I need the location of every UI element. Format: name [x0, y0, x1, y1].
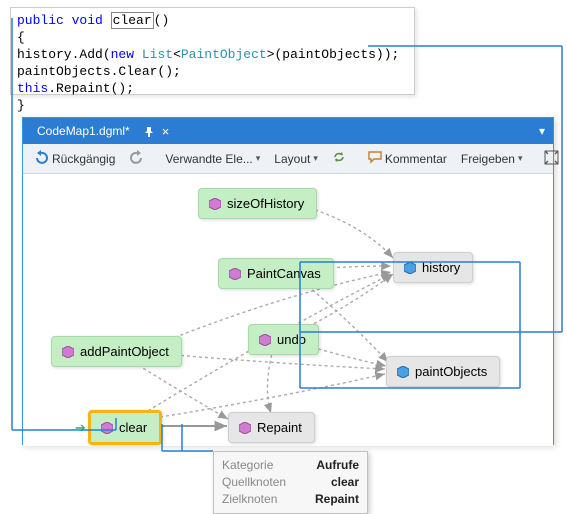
keyword-public: public — [17, 13, 64, 28]
layout-dropdown[interactable]: Layout▾ — [268, 150, 324, 168]
field-icon — [397, 366, 409, 378]
method-icon — [101, 422, 113, 434]
zoom-fit-button[interactable] — [538, 148, 565, 170]
refresh-button[interactable] — [326, 148, 352, 169]
graph-canvas[interactable]: sizeOfHistory history PaintCanvas addPai… — [23, 174, 553, 446]
node-label: history — [422, 260, 460, 275]
node-label: addPaintObject — [80, 344, 169, 359]
codemap-window: CodeMap1.dgml* × ▾ Rückgängig Verwandte … — [22, 117, 554, 445]
code-line-2: history.Add(new List<PaintObject>(paintO… — [17, 46, 408, 63]
node-label: paintObjects — [415, 364, 487, 379]
tooltip-src-label: Quellknoten — [222, 474, 286, 491]
node-addpaintobject[interactable]: addPaintObject — [51, 336, 182, 367]
related-dropdown[interactable]: Verwandte Ele...▾ — [159, 150, 266, 168]
share-dropdown[interactable]: Freigeben▾ — [455, 150, 529, 168]
node-paintcanvas[interactable]: PaintCanvas — [218, 258, 334, 289]
toolbar: Rückgängig Verwandte Ele...▾ Layout▾ Kom… — [23, 144, 553, 174]
tooltip-cat-value: Aufrufe — [316, 457, 359, 474]
redo-icon — [129, 150, 143, 167]
comment-icon — [368, 150, 382, 167]
method-icon — [259, 334, 271, 346]
node-paintobjects[interactable]: paintObjects — [386, 356, 500, 387]
code-line-3: paintObjects.Clear(); — [17, 63, 408, 80]
code-brace-open: { — [17, 29, 408, 46]
tooltip-dst-value: Repaint — [315, 491, 359, 508]
undo-label: Rückgängig — [52, 152, 115, 166]
method-icon — [229, 268, 241, 280]
method-icon — [239, 422, 251, 434]
field-icon — [404, 262, 416, 274]
tab-codemap[interactable]: CodeMap1.dgml* × — [27, 118, 179, 144]
close-icon[interactable]: × — [162, 124, 170, 139]
node-label: undo — [277, 332, 306, 347]
tab-title: CodeMap1.dgml* — [37, 124, 130, 138]
code-line-1: public void clear() — [17, 12, 408, 29]
node-label: Repaint — [257, 420, 302, 435]
tooltip-cat-label: Kategorie — [222, 457, 273, 474]
node-undo[interactable]: undo — [248, 324, 319, 355]
titlebar-chevron-icon[interactable]: ▾ — [539, 124, 545, 138]
node-repaint[interactable]: Repaint — [228, 412, 315, 443]
undo-button[interactable]: Rückgängig — [29, 148, 121, 169]
undo-icon — [35, 150, 49, 167]
keyword-void: void — [72, 13, 103, 28]
comment-button[interactable]: Kommentar — [362, 148, 453, 169]
node-label: sizeOfHistory — [227, 196, 304, 211]
method-icon — [62, 346, 74, 358]
titlebar[interactable]: CodeMap1.dgml* × ▾ — [23, 118, 553, 144]
tooltip-src-value: clear — [331, 474, 359, 491]
node-clear[interactable]: ➔ clear — [88, 410, 162, 445]
refresh-icon — [332, 150, 346, 167]
current-marker-icon: ➔ — [75, 420, 86, 436]
code-brace-close: } — [17, 97, 408, 114]
node-sizeofhistory[interactable]: sizeOfHistory — [198, 188, 317, 219]
code-editor-pane: public void clear() { history.Add(new Li… — [10, 7, 415, 95]
node-label: clear — [119, 420, 147, 435]
pin-icon[interactable] — [144, 126, 154, 136]
edge-tooltip: Kategorie Aufrufe Quellknoten clear Zielkn… — [213, 451, 368, 514]
method-icon — [209, 198, 221, 210]
node-history[interactable]: history — [393, 252, 473, 283]
code-line-4: this.Repaint(); — [17, 80, 408, 97]
redo-button[interactable] — [123, 148, 149, 169]
zoom-fit-icon — [544, 150, 559, 168]
node-label: PaintCanvas — [247, 266, 321, 281]
method-name[interactable]: clear — [111, 12, 154, 29]
tooltip-dst-label: Zielknoten — [222, 491, 277, 508]
